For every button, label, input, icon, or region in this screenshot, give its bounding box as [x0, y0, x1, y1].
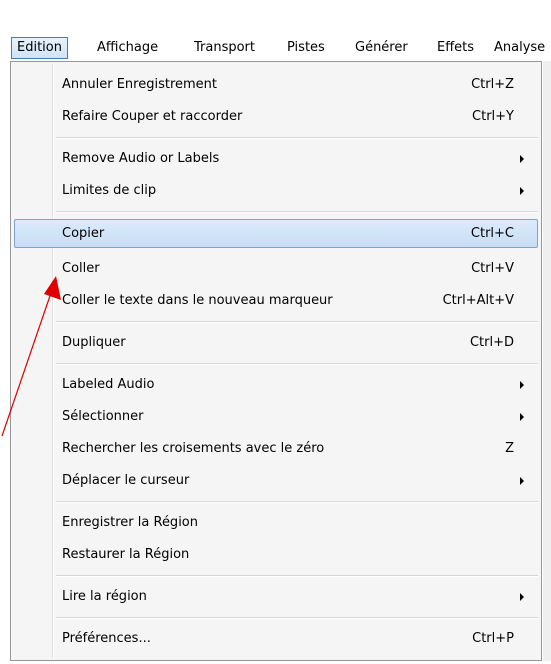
annotation-arrow-icon	[1, 276, 61, 437]
